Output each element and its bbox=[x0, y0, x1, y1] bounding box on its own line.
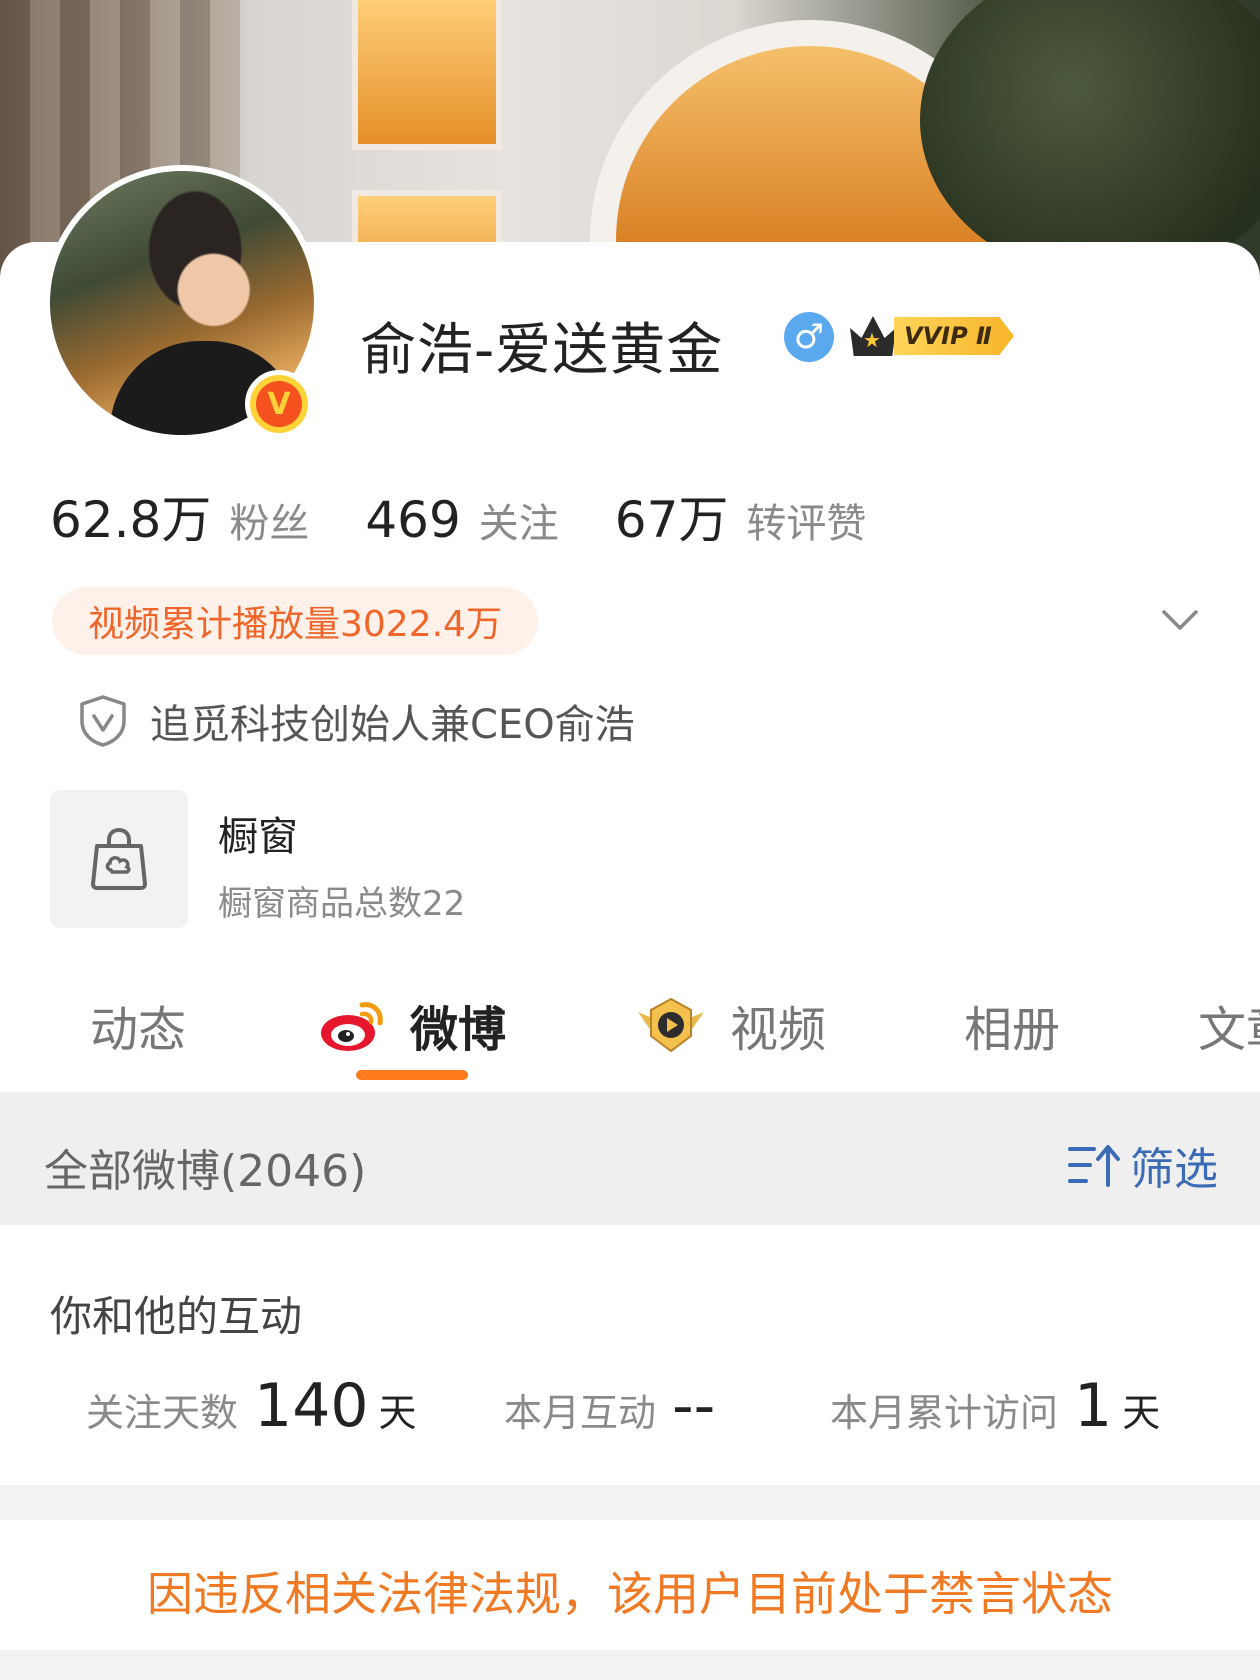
metric-unit: 天 bbox=[378, 1391, 417, 1435]
cover-window bbox=[352, 0, 502, 150]
shopping-bag-icon bbox=[91, 827, 147, 890]
tab-label: 动态 bbox=[90, 1002, 187, 1058]
metric-monthly-visits: 本月累计访问 1 天 bbox=[830, 1371, 1160, 1441]
metric-value: 1 bbox=[1074, 1371, 1113, 1441]
video-badge-icon bbox=[638, 997, 704, 1053]
ban-notice: 因违反相关法律法规，该用户目前处于禁言状态 bbox=[0, 1520, 1260, 1650]
crown-icon bbox=[850, 316, 896, 356]
tab-label: 相册 bbox=[964, 1002, 1061, 1058]
metric-label: 关注天数 bbox=[86, 1391, 239, 1435]
tab-label: 视频 bbox=[730, 1002, 827, 1058]
interaction-title: 你和他的互动 bbox=[50, 1292, 303, 1341]
shield-v-icon bbox=[80, 695, 126, 747]
verified-letter: V bbox=[256, 381, 302, 427]
stat-label: 转评赞 bbox=[746, 501, 867, 547]
stat-value: 469 bbox=[365, 491, 461, 549]
metric-value: -- bbox=[672, 1371, 716, 1441]
tab-label: 微博 bbox=[410, 1002, 507, 1058]
all-weibo-count[interactable]: 全部微博(2046) bbox=[44, 1135, 366, 1199]
metric-label: 本月互动 bbox=[504, 1391, 657, 1435]
vvip-label: VVIP Ⅱ bbox=[894, 317, 1014, 355]
stat-label: 粉丝 bbox=[229, 501, 310, 547]
metric-monthly-interaction: 本月互动 -- bbox=[504, 1371, 725, 1441]
vvip-badge[interactable]: VVIP Ⅱ bbox=[850, 312, 1014, 360]
verified-badge-icon: V bbox=[245, 370, 313, 438]
profile-name: 俞浩-爱送黄金 bbox=[360, 318, 724, 383]
verification-info: 追觅科技创始人兼CEO俞浩 bbox=[78, 692, 635, 750]
profile-stats: 62.8万 粉丝 469 关注 67万 转评赞 bbox=[50, 480, 922, 552]
gender-male-icon: ♂ bbox=[784, 312, 834, 362]
video-play-count-pill[interactable]: 视频累计播放量3022.4万 bbox=[52, 587, 538, 655]
verification-text: 追觅科技创始人兼CEO俞浩 bbox=[150, 702, 635, 748]
interaction-section: 你和他的互动 关注天数 140 天 本月互动 -- 本月累计访问 1 天 bbox=[0, 1225, 1260, 1485]
shop-window-button[interactable] bbox=[50, 790, 188, 928]
stat-value: 62.8万 bbox=[50, 491, 212, 549]
shop-subtitle: 橱窗商品总数22 bbox=[218, 884, 466, 924]
stat-value: 67万 bbox=[614, 491, 729, 549]
active-tab-indicator bbox=[356, 1070, 468, 1080]
all-weibo-bar: 全部微博(2046) 筛选 bbox=[0, 1095, 1260, 1225]
filter-sort-icon bbox=[1068, 1145, 1120, 1187]
tab-article[interactable]: 文章 bbox=[1198, 990, 1260, 1060]
stat-fans[interactable]: 62.8万 粉丝 bbox=[50, 480, 309, 552]
weibo-logo-icon bbox=[321, 1002, 383, 1051]
metric-label: 本月累计访问 bbox=[830, 1391, 1059, 1435]
stat-likes[interactable]: 67万 转评赞 bbox=[615, 480, 867, 552]
stat-label: 关注 bbox=[478, 501, 559, 547]
filter-button[interactable]: 筛选 bbox=[1068, 1133, 1218, 1197]
metric-unit: 天 bbox=[1122, 1391, 1161, 1435]
metric-value: 140 bbox=[254, 1371, 369, 1441]
tab-weibo[interactable]: 微博 bbox=[318, 990, 506, 1060]
stat-following[interactable]: 469 关注 bbox=[365, 491, 558, 549]
chevron-down-icon[interactable] bbox=[1160, 600, 1200, 640]
tab-video[interactable]: 视频 bbox=[636, 990, 826, 1060]
tab-label: 文章 bbox=[1198, 1002, 1260, 1058]
tab-album[interactable]: 相册 bbox=[964, 990, 1060, 1060]
metric-follow-days: 关注天数 140 天 bbox=[86, 1371, 417, 1441]
filter-label: 筛选 bbox=[1130, 1144, 1218, 1195]
profile-tabs: 动态 微博 视频 相册 文章 bbox=[0, 975, 1260, 1095]
ban-notice-text: 因违反相关法律法规，该用户目前处于禁言状态 bbox=[147, 1567, 1113, 1621]
shop-title[interactable]: 橱窗 bbox=[218, 804, 298, 862]
tab-dynamic[interactable]: 动态 bbox=[90, 990, 186, 1060]
